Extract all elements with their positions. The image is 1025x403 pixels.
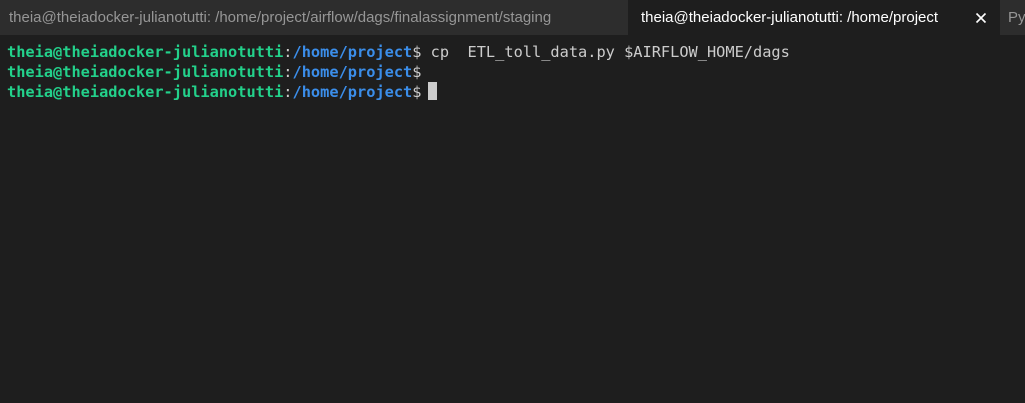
terminal-tab-bar: theia@theiadocker-julianotutti: /home/pr… xyxy=(0,0,1025,35)
prompt-dollar: $ xyxy=(412,63,422,81)
terminal-window: theia@theiadocker-julianotutti: /home/pr… xyxy=(0,0,1025,403)
close-icon[interactable] xyxy=(973,0,989,35)
prompt-colon: : xyxy=(283,83,293,101)
prompt-path: /home/project xyxy=(292,83,413,101)
prompt-user: theia@theiadocker-julianotutti xyxy=(7,63,284,81)
terminal-line: theia@theiadocker-julianotutti:/home/pro… xyxy=(7,62,1025,82)
tab-label: theia@theiadocker-julianotutti: /home/pr… xyxy=(641,9,939,26)
tab-staging-terminal[interactable]: theia@theiadocker-julianotutti: /home/pr… xyxy=(0,0,628,35)
prompt-colon: : xyxy=(283,43,293,61)
prompt-colon: : xyxy=(283,63,293,81)
tab-project-terminal[interactable]: theia@theiadocker-julianotutti: /home/pr… xyxy=(628,0,1000,35)
terminal-line: theia@theiadocker-julianotutti:/home/pro… xyxy=(7,82,1025,102)
prompt-path: /home/project xyxy=(292,63,413,81)
prompt-user: theia@theiadocker-julianotutti xyxy=(7,43,284,61)
command-text: cp ETL_toll_data.py $AIRFLOW_HOME/dags xyxy=(421,43,790,61)
prompt-dollar: $ xyxy=(412,83,422,101)
tab-label: Py xyxy=(1008,9,1025,26)
terminal-line: theia@theiadocker-julianotutti:/home/pro… xyxy=(7,42,1025,62)
terminal-cursor xyxy=(428,82,438,100)
terminal-output[interactable]: theia@theiadocker-julianotutti:/home/pro… xyxy=(0,35,1025,403)
tab-python-terminal[interactable]: Py xyxy=(1000,0,1025,35)
prompt-path: /home/project xyxy=(292,43,413,61)
prompt-user: theia@theiadocker-julianotutti xyxy=(7,83,284,101)
tab-label: theia@theiadocker-julianotutti: /home/pr… xyxy=(9,9,552,26)
